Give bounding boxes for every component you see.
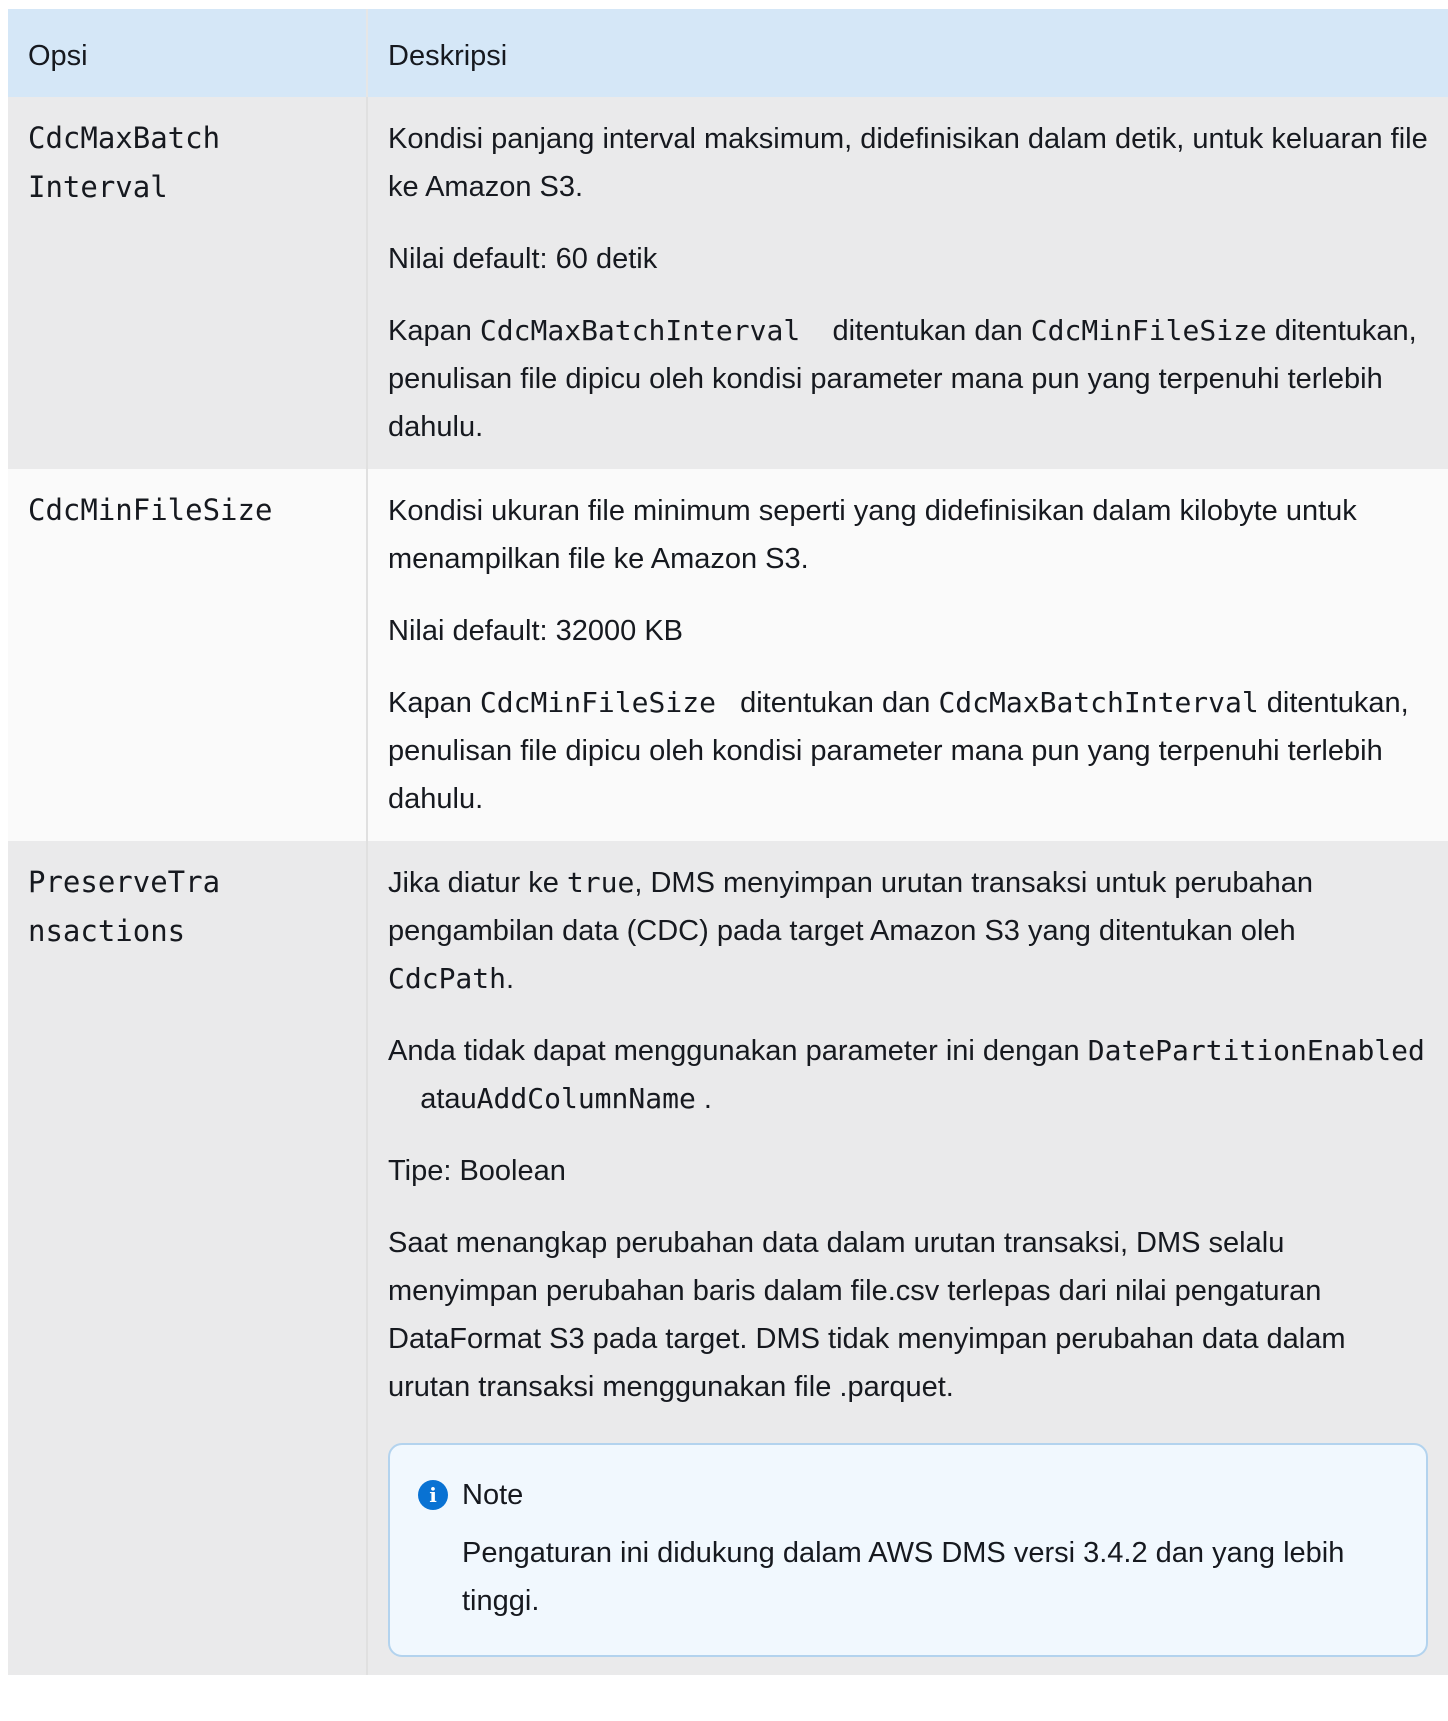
info-icon: i — [418, 1480, 448, 1510]
condition-text: Kapan CdcMinFileSize ditentukan dan CdcM… — [388, 686, 1409, 815]
option-cell: CdcMinFileSize — [8, 469, 368, 841]
option-cell: CdcMaxBatchInterval — [8, 97, 368, 469]
description-cell: Kondisi panjang interval maksimum, didef… — [367, 97, 1448, 469]
inline-code: CdcPath — [388, 962, 507, 995]
table-row: CdcMaxBatchInterval Kondisi panjang inte… — [8, 97, 1448, 469]
inline-code: true — [566, 866, 635, 899]
restriction-text: Anda tidak dapat menggunakan parameter i… — [388, 1034, 1425, 1115]
inline-code: DatePartitionEnabled — [1087, 1034, 1425, 1067]
description-text: Kondisi ukuran file minimum seperti yang… — [388, 495, 1357, 575]
table-row: CdcMinFileSize Kondisi ukuran file minim… — [8, 469, 1448, 841]
default-value-text: Nilai default: 32000 KB — [388, 615, 684, 647]
note-title: Note — [462, 1479, 524, 1511]
option-cell: PreserveTransactions — [8, 841, 368, 1675]
behavior-text: Saat menangkap perubahan data dalam urut… — [388, 1227, 1346, 1403]
option-name: PreserveTransactions — [28, 865, 221, 948]
column-header-option: Opsi — [8, 9, 368, 97]
option-name: CdcMinFileSize — [28, 493, 273, 527]
default-value-text: Nilai default: 60 detik — [388, 243, 658, 275]
column-header-description: Deskripsi — [367, 9, 1448, 97]
note-box: i Note Pengaturan ini didukung dalam AWS… — [388, 1443, 1428, 1657]
inline-code: CdcMinFileSize — [1030, 314, 1267, 347]
description-cell: Kondisi ukuran file minimum seperti yang… — [367, 469, 1448, 841]
note-body: Pengaturan ini didukung dalam AWS DMS ve… — [462, 1537, 1345, 1617]
table-row: PreserveTransactions Jika diatur ke true… — [8, 841, 1448, 1675]
type-text: Tipe: Boolean — [388, 1155, 566, 1187]
condition-text: Kapan CdcMaxBatchInterval ditentukan dan… — [388, 314, 1417, 443]
description-text: Kondisi panjang interval maksimum, didef… — [388, 123, 1428, 203]
note-header: i Note — [418, 1475, 1396, 1515]
inline-code: CdcMinFileSize — [479, 686, 716, 719]
option-name: CdcMaxBatchInterval — [28, 121, 221, 204]
description-text: Jika diatur ke true, DMS menyimpan uruta… — [388, 866, 1313, 995]
inline-code: AddColumnName — [476, 1082, 696, 1115]
inline-code: CdcMaxBatchInterval — [938, 686, 1259, 719]
description-cell: Jika diatur ke true, DMS menyimpan uruta… — [367, 841, 1448, 1675]
inline-code: CdcMaxBatchInterval — [479, 314, 801, 347]
table-header-row: Opsi Deskripsi — [8, 9, 1448, 97]
options-table: Opsi Deskripsi CdcMaxBatchInterval Kondi… — [8, 9, 1448, 1675]
